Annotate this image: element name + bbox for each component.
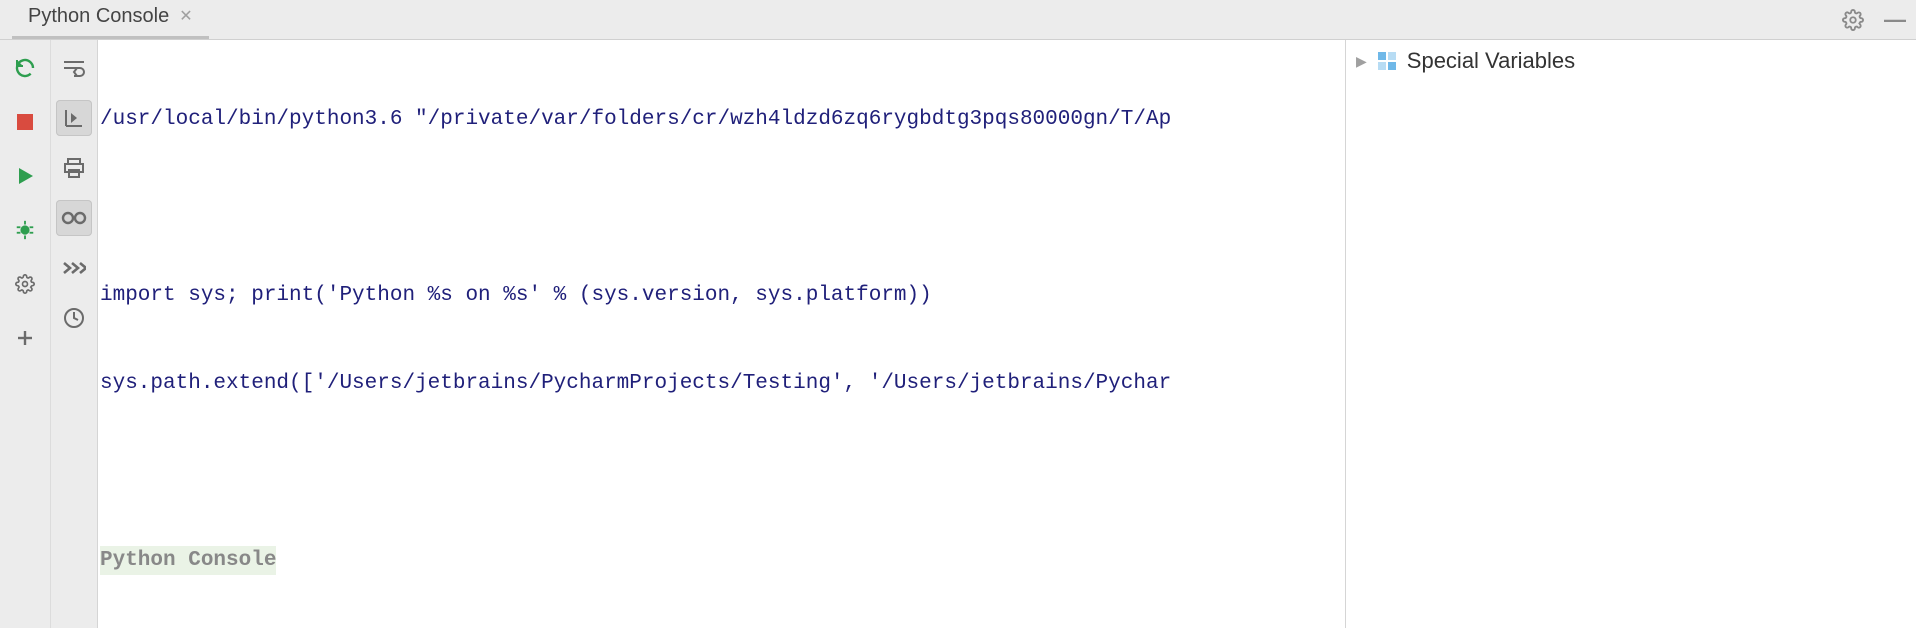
print-button[interactable] bbox=[56, 150, 92, 186]
softwrap-button[interactable] bbox=[56, 50, 92, 86]
expand-icon[interactable]: ▶ bbox=[1356, 53, 1367, 70]
python-console-window: Python Console ✕ — bbox=[0, 0, 1916, 628]
close-icon[interactable]: ✕ bbox=[179, 9, 192, 25]
tab-title: Python Console bbox=[28, 5, 169, 28]
scroll-to-end-button[interactable] bbox=[56, 100, 92, 136]
tab-bar: Python Console ✕ — bbox=[0, 0, 1916, 40]
add-button[interactable] bbox=[9, 322, 41, 354]
special-variables-node[interactable]: ▶ Special Variables bbox=[1356, 48, 1906, 74]
minimize-icon[interactable]: — bbox=[1884, 7, 1906, 33]
settings-button[interactable] bbox=[9, 268, 41, 300]
action-bar bbox=[0, 40, 50, 628]
debug-button[interactable] bbox=[9, 214, 41, 246]
tab-bar-right-controls: — bbox=[1842, 0, 1906, 39]
execute-selection-button[interactable] bbox=[56, 250, 92, 286]
stop-button[interactable] bbox=[9, 106, 41, 138]
gear-icon[interactable] bbox=[1842, 9, 1864, 31]
console-banner: Python Console bbox=[100, 546, 276, 575]
console-line-import: import sys; print('Python %s on %s' % (s… bbox=[98, 281, 1345, 310]
tab-python-console[interactable]: Python Console ✕ bbox=[12, 0, 209, 39]
body-area: /usr/local/bin/python3.6 "/private/var/f… bbox=[0, 40, 1916, 628]
variables-pane: ▶ Special Variables bbox=[1346, 40, 1916, 628]
run-button[interactable] bbox=[9, 160, 41, 192]
rerun-button[interactable] bbox=[9, 52, 41, 84]
show-variables-button[interactable] bbox=[56, 200, 92, 236]
grid-icon bbox=[1377, 51, 1397, 71]
special-variables-label: Special Variables bbox=[1407, 48, 1575, 74]
console-line-interpreter: /usr/local/bin/python3.6 "/private/var/f… bbox=[98, 105, 1345, 134]
history-button[interactable] bbox=[56, 300, 92, 336]
tool-bar bbox=[50, 40, 98, 628]
console-line-syspath: sys.path.extend(['/Users/jetbrains/Pycha… bbox=[98, 369, 1345, 398]
console-output[interactable]: /usr/local/bin/python3.6 "/private/var/f… bbox=[98, 40, 1346, 628]
